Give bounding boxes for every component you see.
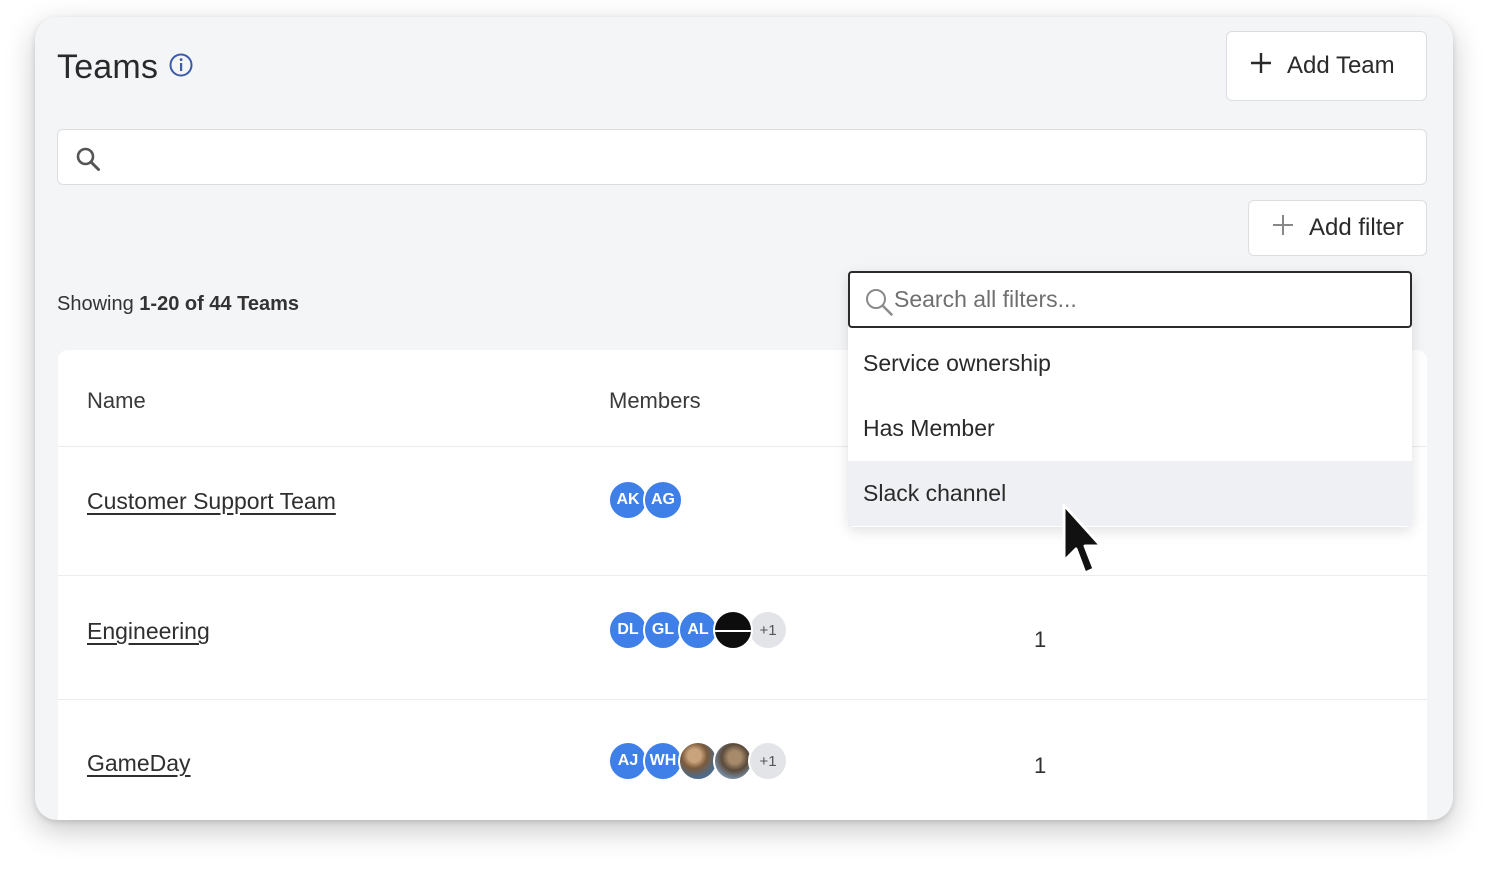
avatar[interactable]: DL: [608, 610, 648, 650]
column-header-name[interactable]: Name: [87, 388, 146, 414]
page-title-group: Teams: [57, 48, 194, 87]
more-members-badge[interactable]: +1: [748, 610, 788, 650]
avatar[interactable]: AG: [643, 480, 683, 520]
filter-dropdown: Service ownership Has Member Slack chann…: [848, 271, 1412, 527]
avatar[interactable]: AK: [608, 480, 648, 520]
team-link-gameday[interactable]: GameDay: [87, 750, 191, 777]
mouse-pointer-icon: [1062, 503, 1103, 575]
avatar-image[interactable]: [678, 741, 718, 781]
filter-option-service-ownership[interactable]: Service ownership: [848, 331, 1412, 396]
divider: [58, 575, 1427, 576]
results-range: 1-20 of 44 Teams: [139, 293, 299, 315]
avatar[interactable]: GL: [643, 610, 683, 650]
teams-search-input[interactable]: [114, 130, 1414, 184]
divider: [58, 699, 1427, 700]
results-summary-prefix: Showing: [57, 293, 140, 315]
members-avatars: AJ WH +1: [608, 741, 788, 781]
add-team-button[interactable]: Add Team: [1226, 31, 1427, 101]
teams-search-field[interactable]: [57, 129, 1427, 185]
members-avatars: AK AG: [608, 480, 683, 520]
plus-icon: [1271, 213, 1295, 244]
filter-search-field[interactable]: [848, 271, 1412, 328]
filter-option-slack-channel[interactable]: Slack channel: [848, 461, 1412, 526]
avatar[interactable]: WH: [643, 741, 683, 781]
plus-icon: [1249, 51, 1273, 82]
team-link-engineering[interactable]: Engineering: [87, 618, 210, 645]
teams-window: Teams Add Team Add filter Showing 1-20 o…: [35, 17, 1453, 820]
results-summary: Showing 1-20 of 44 Teams: [57, 293, 299, 316]
add-filter-label: Add filter: [1309, 214, 1404, 241]
column-header-members[interactable]: Members: [609, 388, 701, 414]
avatar-image[interactable]: [713, 610, 753, 650]
info-icon[interactable]: [168, 52, 194, 83]
filter-option-has-member[interactable]: Has Member: [848, 396, 1412, 461]
avatar[interactable]: AJ: [608, 741, 648, 781]
members-avatars: DL GL AL +1: [608, 610, 788, 650]
add-filter-button[interactable]: Add filter: [1248, 200, 1427, 256]
team-link-customer-support[interactable]: Customer Support Team: [87, 488, 336, 515]
team-count: 1: [1034, 753, 1047, 778]
page-title: Teams: [57, 48, 159, 86]
add-team-label: Add Team: [1287, 52, 1395, 79]
more-members-badge[interactable]: +1: [748, 741, 788, 781]
filter-search-input[interactable]: [894, 273, 1394, 326]
avatar[interactable]: AL: [678, 610, 718, 650]
team-count: 1: [1034, 627, 1047, 652]
avatar-image[interactable]: [713, 741, 753, 781]
